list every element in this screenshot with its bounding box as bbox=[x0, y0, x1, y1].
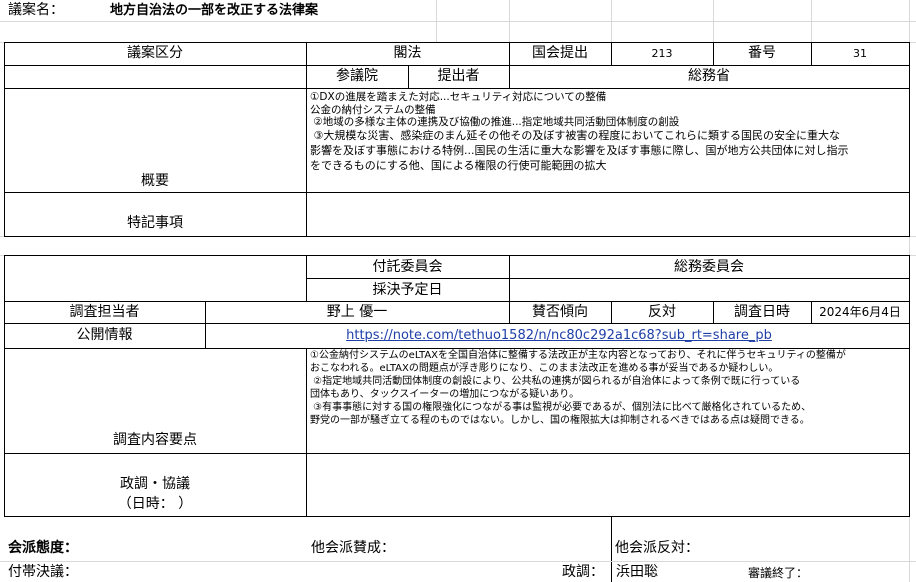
summary-line: ③大規模な災害、感染症のまん延その他その及ぼす被害の程度においてこれらに類する国… bbox=[310, 129, 841, 142]
deliberation-end-label: 審議終了： bbox=[748, 566, 809, 580]
bill-title: 地方自治法の一部を改正する法律案 bbox=[110, 3, 319, 18]
category-value: 閣法 bbox=[393, 45, 422, 61]
category-label: 議案区分 bbox=[127, 45, 183, 61]
points-line: ③有事事態に対する国の権限強化につながる事は監視が必要であるが、個別法に比べて厳… bbox=[310, 402, 812, 413]
policy-person-label: 政調： bbox=[562, 564, 604, 580]
staff-value: 野上 優一 bbox=[326, 304, 388, 320]
summary-line: 公金の納付システムの整備 bbox=[310, 103, 436, 116]
points-line: ①公金納付システムのeLTAXを全国自治体に整備する法改正が主な内容となっており… bbox=[310, 350, 846, 361]
research-date-value: 2024年6月4日 bbox=[819, 305, 901, 319]
party-stance-label: 会派態度： bbox=[8, 540, 78, 556]
research-date-label: 調査日時 bbox=[734, 304, 790, 320]
staff-label: 調査担当者 bbox=[69, 304, 140, 320]
committee-label: 付託委員会 bbox=[372, 259, 443, 275]
summary-line: 影響を及ぼす事態における特例...国民の生活に重大な影響を及ぼす事態に際し、国が… bbox=[310, 144, 849, 157]
summary-line: をできるものにする他、国による権限の行使可能範囲の拡大 bbox=[310, 159, 607, 172]
stance-value: 反対 bbox=[648, 304, 676, 320]
policy-person-value: 浜田聡 bbox=[616, 564, 658, 580]
other-oppose-label: 他会派反対： bbox=[615, 540, 699, 556]
research-points-label: 調査内容要点 bbox=[113, 432, 197, 448]
points-line: おこなわれる。eLTAXの問題点が浮き彫りになり、このまま法改正を進める事が妥当… bbox=[310, 363, 779, 374]
house-label: 参議院 bbox=[336, 68, 378, 84]
notes-cell[interactable] bbox=[307, 193, 909, 236]
session-value: 213 bbox=[651, 47, 673, 60]
bill-name-label: 議案名： bbox=[8, 2, 64, 18]
vote-date-label: 採決予定日 bbox=[372, 282, 443, 298]
stance-label: 賛否傾向 bbox=[532, 304, 588, 320]
public-info-link[interactable]: https://note.com/tethuo1582/n/nc80c292a1… bbox=[306, 329, 812, 342]
points-line: ②指定地域共同活動団体制度の創設により、公共私の連携が図られるが自治体によって条… bbox=[310, 376, 801, 387]
summary-line: ②地域の多様な主体の連携及び協働の推進...指定地域共同活動団体制度の創設 bbox=[310, 116, 680, 128]
attached-resolution-label: 付帯決議： bbox=[8, 564, 78, 580]
summary-label: 概要 bbox=[141, 173, 169, 189]
policy-label: 政調・協議 bbox=[120, 476, 190, 492]
session-label: 国会提出 bbox=[532, 45, 588, 61]
policy-date-label: （日時： ） bbox=[117, 496, 193, 512]
number-label: 番号 bbox=[748, 45, 776, 61]
points-line: 団体もあり、タックスイーターの増加につながる疑いあり。 bbox=[310, 389, 580, 400]
number-value: 31 bbox=[853, 47, 867, 60]
points-line: 野党の一部が騒ぎ立てる程のものではない。しかし、国の権限拡大は抑制されるべきでは… bbox=[310, 415, 810, 426]
vote-date-cell[interactable] bbox=[510, 279, 909, 301]
committee-value: 総務委員会 bbox=[674, 259, 744, 275]
summary-line: ①DXの進展を踏まえた対応...セキュリティ対応についての整備 bbox=[310, 91, 607, 103]
submitter-label: 提出者 bbox=[437, 68, 480, 84]
notes-label: 特記事項 bbox=[127, 215, 183, 231]
submitter-value: 総務省 bbox=[688, 68, 730, 84]
policy-cell[interactable] bbox=[307, 454, 909, 516]
public-info-label: 公開情報 bbox=[76, 327, 133, 343]
other-agree-label: 他会派賛成： bbox=[311, 540, 395, 556]
